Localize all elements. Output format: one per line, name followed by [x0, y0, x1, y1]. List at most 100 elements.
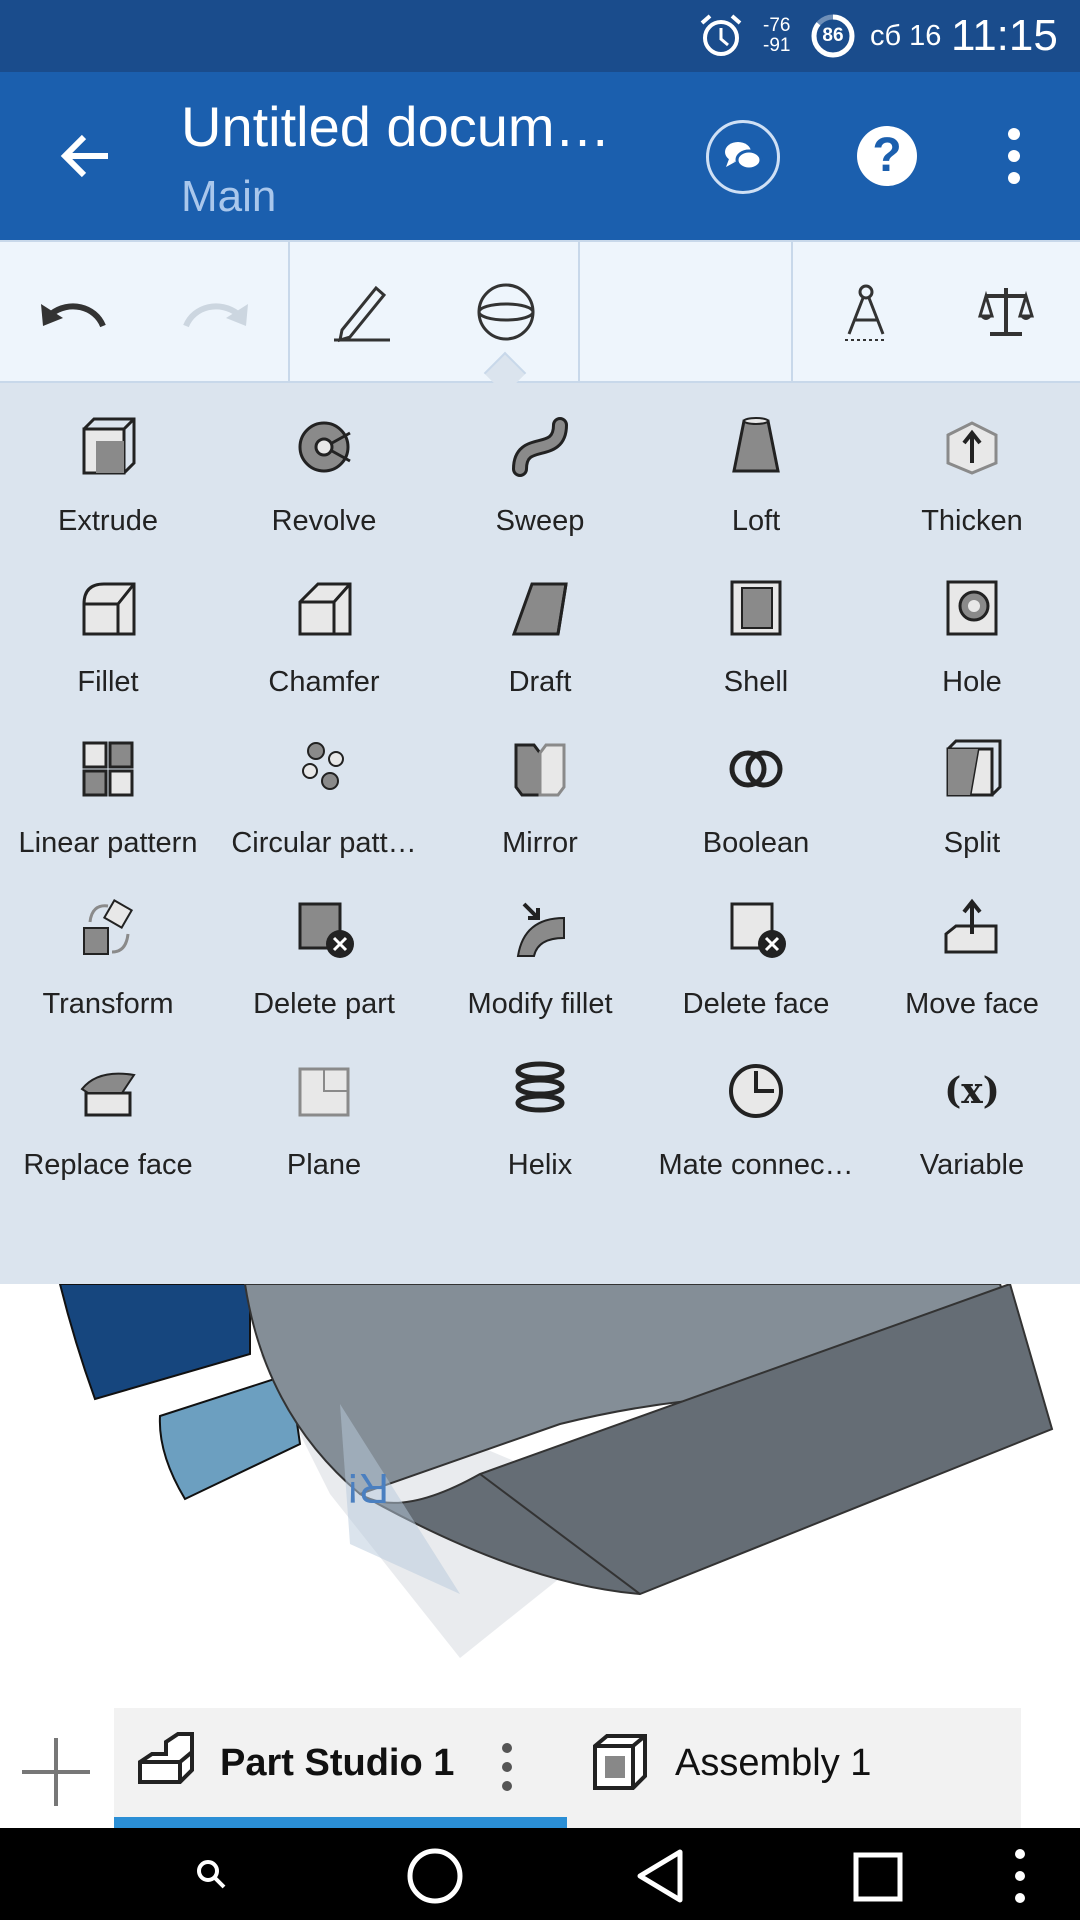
tool-linear-pattern[interactable]: Linear pattern: [0, 717, 216, 877]
tool-delete-part[interactable]: Delete part: [216, 878, 432, 1038]
svg-text:(x): (x): [944, 1070, 1000, 1112]
tool-move-face[interactable]: Move face: [864, 878, 1080, 1038]
tool-thicken[interactable]: Thicken: [864, 395, 1080, 555]
tool-label: Mirror: [502, 827, 578, 859]
shell-icon: [730, 580, 782, 636]
tool-label: Shell: [723, 666, 789, 698]
3d-viewport[interactable]: R!: [0, 1284, 1080, 1708]
undo-icon: [41, 303, 106, 328]
tool-extrude[interactable]: Extrude: [0, 395, 216, 555]
toolbar: [0, 240, 1080, 395]
tool-draft[interactable]: Draft: [432, 556, 648, 716]
tab-part-studio-1[interactable]: Part Studio 1: [114, 1708, 567, 1828]
mirror-icon: [514, 743, 566, 797]
tool-circular-pattern[interactable]: Circular patt…: [216, 717, 432, 877]
mate-connector-icon: [729, 1064, 783, 1118]
modify-fillet-icon: [516, 902, 565, 957]
recents-icon[interactable]: [853, 1852, 903, 1902]
tool-label: Mate connec…: [658, 1149, 854, 1181]
boolean-icon: [729, 750, 783, 788]
alarm-icon: [698, 0, 744, 72]
tab-assembly-1[interactable]: Assembly 1: [567, 1708, 1021, 1828]
linear-pattern-icon: [82, 741, 134, 797]
tool-label: Delete face: [682, 988, 830, 1020]
tool-label: Extrude: [58, 505, 158, 537]
chat-bubbles-icon: [725, 142, 763, 171]
delete-part-icon: [298, 902, 354, 958]
tool-replace-face[interactable]: Replace face: [0, 1039, 216, 1199]
compass-icon: [845, 284, 887, 341]
tool-plane[interactable]: Plane: [216, 1039, 432, 1199]
tool-loft[interactable]: Loft: [648, 395, 864, 555]
mass-properties-button[interactable]: [964, 270, 1048, 354]
variable-icon: (x): [944, 1070, 1000, 1112]
menu-icon[interactable]: [1010, 1846, 1030, 1906]
measure-button[interactable]: [824, 270, 908, 354]
tool-label: Chamfer: [268, 666, 380, 698]
tool-chamfer[interactable]: Chamfer: [216, 556, 432, 716]
tab-bar: Part Studio 1 Assembly 1: [0, 1708, 1080, 1828]
delete-face-icon: [730, 902, 786, 958]
tool-label: Loft: [731, 505, 781, 537]
plus-icon: [22, 1738, 90, 1806]
tool-shell[interactable]: Shell: [648, 556, 864, 716]
tool-label: Replace face: [23, 1149, 193, 1181]
part-model: R!: [58, 1284, 1054, 1658]
tool-delete-face[interactable]: Delete face: [648, 878, 864, 1038]
tool-helix[interactable]: Helix: [432, 1039, 648, 1199]
tool-label: Move face: [905, 988, 1039, 1020]
part-studio-icon: [138, 1732, 194, 1784]
tool-label: Boolean: [702, 827, 810, 859]
document-title[interactable]: Untitled docum…: [181, 94, 611, 159]
tool-mate-connector[interactable]: Mate connec…: [648, 1039, 864, 1199]
tool-split[interactable]: Split: [864, 717, 1080, 877]
sketch-button[interactable]: [320, 270, 404, 354]
tool-label: Draft: [508, 666, 572, 698]
comments-button[interactable]: [706, 120, 780, 194]
tool-revolve[interactable]: Revolve: [216, 395, 432, 555]
hole-icon: [946, 580, 998, 636]
signal-top: -76: [763, 15, 791, 36]
tool-transform[interactable]: Transform: [0, 878, 216, 1038]
back-button[interactable]: [54, 124, 118, 188]
tool-label: Fillet: [77, 666, 139, 698]
chamfer-icon: [298, 582, 352, 636]
battery-percent: 86: [822, 25, 844, 46]
more-options-button[interactable]: [1000, 124, 1028, 188]
signal-readout: -76 -91: [763, 0, 790, 72]
back-nav-icon[interactable]: [634, 1848, 686, 1904]
revolve-icon: [298, 421, 351, 473]
battery-indicator: 86: [810, 0, 856, 72]
tool-label: Helix: [507, 1149, 573, 1181]
thicken-icon: [946, 421, 998, 475]
tool-label: Split: [943, 827, 1001, 859]
help-button[interactable]: ?: [857, 126, 917, 186]
tool-mirror[interactable]: Mirror: [432, 717, 648, 877]
home-icon[interactable]: [405, 1846, 465, 1906]
undo-button[interactable]: [30, 270, 114, 354]
tool-hole[interactable]: Hole: [864, 556, 1080, 716]
tab-menu-icon[interactable]: [500, 1742, 514, 1792]
status-bar: -76 -91 86 сб 16 11:15: [0, 0, 1080, 72]
active-tab-indicator: [114, 1817, 567, 1828]
tool-label: Sweep: [495, 505, 585, 537]
plane-icon: [298, 1067, 350, 1117]
tool-boolean[interactable]: Boolean: [648, 717, 864, 877]
replace-face-icon: [80, 1072, 136, 1117]
pencil-icon: [334, 285, 390, 343]
tool-sweep[interactable]: Sweep: [432, 395, 648, 555]
sphere-icon: [477, 283, 535, 341]
arrow-left-icon: [60, 134, 108, 178]
draft-icon: [511, 582, 568, 636]
redo-button[interactable]: [175, 270, 259, 354]
tool-modify-fillet[interactable]: Modify fillet: [432, 878, 648, 1038]
status-time: 11:15: [951, 11, 1058, 60]
tool-variable[interactable]: (x) Variable: [864, 1039, 1080, 1199]
features-button[interactable]: [464, 270, 548, 354]
search-icon[interactable]: [195, 1858, 227, 1890]
add-tab-button[interactable]: [20, 1736, 92, 1808]
tool-fillet[interactable]: Fillet: [0, 556, 216, 716]
tool-label: Modify fillet: [467, 988, 613, 1020]
workspace-name[interactable]: Main: [181, 172, 276, 222]
app-bar: Untitled docum… Main ?: [0, 72, 1080, 240]
